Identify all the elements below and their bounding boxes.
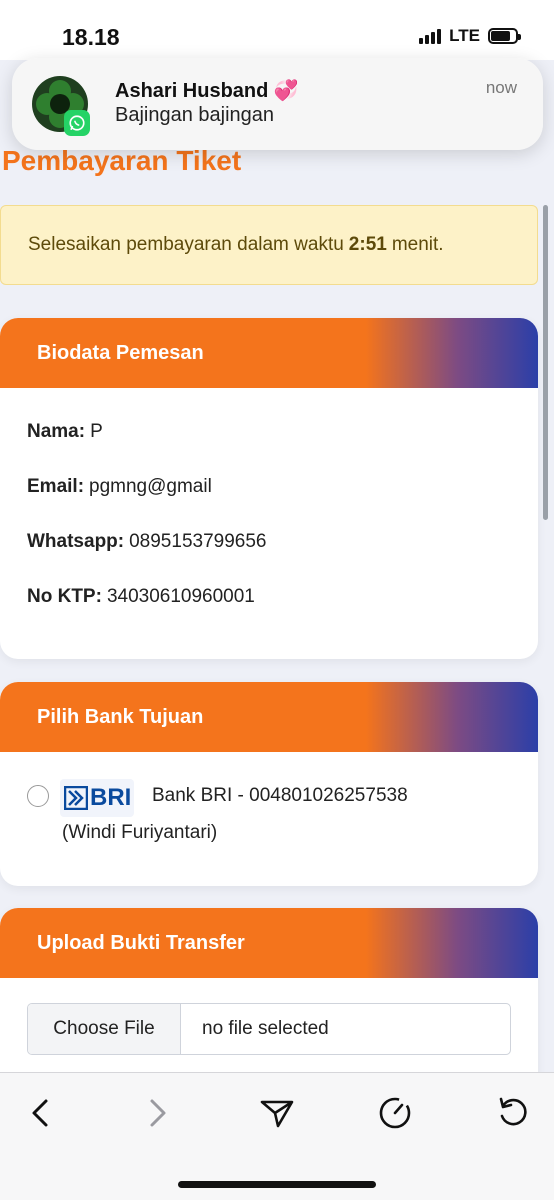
- status-bar: 18.18 LTE: [0, 0, 554, 60]
- timer-prefix: Selesaikan pembayaran dalam waktu: [28, 234, 344, 255]
- bri-mark-icon: [64, 786, 88, 810]
- bank-header: Pilih Bank Tujuan: [0, 682, 538, 752]
- payment-timer: Selesaikan pembayaran dalam waktu 2:51 m…: [0, 205, 538, 285]
- timer-suffix: menit.: [391, 234, 444, 255]
- field-value: pgmng@gmail: [89, 475, 212, 497]
- home-indicator[interactable]: [178, 1181, 376, 1188]
- network-label: LTE: [449, 26, 480, 45]
- biodata-card: Biodata Pemesan Nama: P Email: pgmng@gma…: [0, 318, 538, 659]
- notification-time: now: [485, 78, 517, 97]
- choose-file-button[interactable]: Choose File: [28, 1004, 181, 1054]
- back-icon[interactable]: [15, 1088, 65, 1138]
- field-label: Email:: [27, 475, 85, 497]
- file-input[interactable]: Choose File no file selected: [27, 1003, 511, 1055]
- bank-holder: (Windi Furiyantari): [62, 822, 218, 843]
- page-content: Pembayaran Tiket Selesaikan pembayaran d…: [0, 60, 554, 1072]
- bank-account: Bank BRI - 004801026257538: [152, 785, 408, 806]
- share-icon[interactable]: [252, 1088, 302, 1138]
- upload-header: Upload Bukti Transfer: [0, 908, 538, 978]
- notification-message: Bajingan bajingan: [115, 104, 275, 126]
- bank-option[interactable]: BRI Bank BRI - 004801026257538 (Windi Fu…: [0, 752, 538, 843]
- field-ktp: No KTP: 34030610960001: [27, 569, 511, 624]
- biodata-header: Biodata Pemesan: [0, 318, 538, 388]
- timer-value: 2:51: [348, 234, 387, 255]
- whatsapp-icon: [64, 110, 90, 136]
- bri-logo-text: BRI: [90, 784, 132, 811]
- speed-icon[interactable]: [370, 1088, 420, 1138]
- notification-sender: Ashari Husband 💞: [115, 80, 299, 102]
- signal-icon: [419, 28, 442, 44]
- field-value: 0895153799656: [129, 530, 267, 552]
- status-time: 18.18: [62, 24, 120, 50]
- field-label: Whatsapp:: [27, 530, 125, 552]
- field-label: Nama:: [27, 420, 86, 442]
- battery-icon: [488, 28, 521, 44]
- bank-radio[interactable]: [27, 785, 49, 807]
- scrollbar[interactable]: [543, 205, 548, 520]
- file-status: no file selected: [202, 1018, 329, 1039]
- bri-logo: BRI: [60, 779, 134, 817]
- bank-card: Pilih Bank Tujuan BRI Bank BRI - 0048010…: [0, 682, 538, 886]
- reload-icon[interactable]: [488, 1088, 538, 1138]
- forward-icon[interactable]: [133, 1088, 183, 1138]
- status-indicators: LTE: [419, 26, 521, 46]
- notification-banner[interactable]: Ashari Husband 💞 Bajingan bajingan now: [12, 58, 543, 150]
- field-value: 34030610960001: [106, 585, 255, 607]
- upload-card: Upload Bukti Transfer Choose File no fil…: [0, 908, 538, 1072]
- field-email: Email: pgmng@gmail: [27, 459, 511, 514]
- field-nama: Nama: P: [27, 404, 511, 459]
- field-value: P: [90, 420, 103, 442]
- field-label: No KTP:: [27, 585, 102, 607]
- field-whatsapp: Whatsapp: 0895153799656: [27, 514, 511, 569]
